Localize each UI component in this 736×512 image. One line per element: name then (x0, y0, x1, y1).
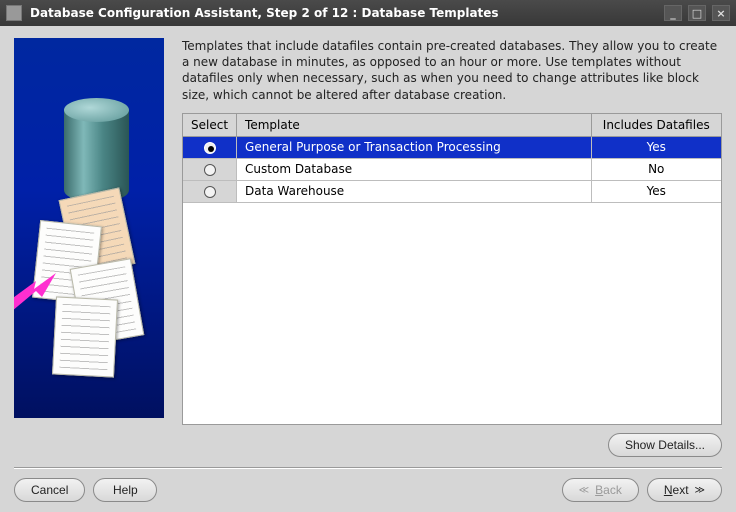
radio-icon[interactable] (204, 164, 216, 176)
help-button[interactable]: Help (93, 478, 157, 502)
col-header-select: Select (183, 114, 237, 137)
radio-icon[interactable] (204, 142, 216, 154)
table-filler (183, 203, 721, 424)
template-radio-cell[interactable] (183, 180, 237, 202)
wizard-side-image (14, 38, 164, 418)
back-button-label: Back (595, 483, 622, 497)
template-includes-cell: Yes (591, 180, 721, 202)
dbca-window: Database Configuration Assistant, Step 2… (0, 0, 736, 512)
chevron-left-icon: ≪ (579, 485, 589, 496)
col-header-template: Template (237, 114, 591, 137)
template-includes-cell: No (591, 158, 721, 180)
radio-icon[interactable] (204, 186, 216, 198)
template-name-cell: Custom Database (237, 158, 591, 180)
intro-text: Templates that include datafiles contain… (182, 38, 722, 103)
template-radio-cell[interactable] (183, 158, 237, 180)
templates-table: Select Template Includes Datafiles Gener… (183, 114, 721, 203)
document-icon (52, 296, 118, 377)
template-name-cell: General Purpose or Transaction Processin… (237, 136, 591, 158)
content-column: Templates that include datafiles contain… (182, 38, 722, 461)
separator (14, 467, 722, 468)
template-includes-cell: Yes (591, 136, 721, 158)
template-radio-cell[interactable] (183, 136, 237, 158)
details-row: Show Details... (182, 425, 722, 461)
template-name-cell: Data Warehouse (237, 180, 591, 202)
window-controls: _ □ × (664, 5, 730, 21)
show-details-button[interactable]: Show Details... (608, 433, 722, 457)
table-row[interactable]: General Purpose or Transaction Processin… (183, 136, 721, 158)
back-button[interactable]: ≪ Back (562, 478, 639, 502)
table-row[interactable]: Custom Database No (183, 158, 721, 180)
maximize-button[interactable]: □ (688, 5, 706, 21)
table-header-row: Select Template Includes Datafiles (183, 114, 721, 137)
titlebar[interactable]: Database Configuration Assistant, Step 2… (0, 0, 736, 26)
cancel-button[interactable]: Cancel (14, 478, 85, 502)
col-header-includes: Includes Datafiles (591, 114, 721, 137)
minimize-button[interactable]: _ (664, 5, 682, 21)
close-button[interactable]: × (712, 5, 730, 21)
main-row: Templates that include datafiles contain… (14, 38, 722, 461)
next-button[interactable]: Next ≫ (647, 478, 722, 502)
client-area: Templates that include datafiles contain… (0, 26, 736, 512)
wizard-footer: Cancel Help ≪ Back Next ≫ (14, 478, 722, 502)
next-button-label: Next (664, 483, 689, 497)
arrow-icon (14, 273, 56, 311)
templates-table-container: Select Template Includes Datafiles Gener… (182, 113, 722, 425)
chevron-right-icon: ≫ (695, 485, 705, 496)
app-icon (6, 5, 22, 21)
window-title: Database Configuration Assistant, Step 2… (30, 6, 664, 20)
table-row[interactable]: Data Warehouse Yes (183, 180, 721, 202)
